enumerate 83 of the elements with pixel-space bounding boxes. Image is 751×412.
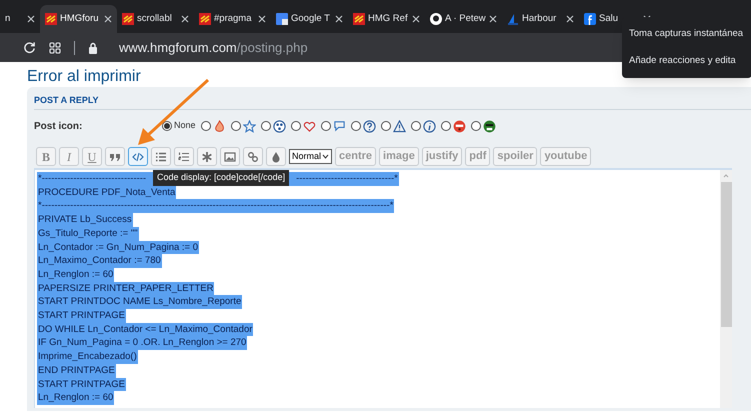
toolbar-button[interactable] — [220, 147, 240, 166]
heart-icon — [302, 120, 316, 132]
warning-icon — [392, 120, 406, 132]
favicon-icon — [45, 13, 57, 25]
dropdown-caret-icon — [322, 154, 330, 159]
browser-tab[interactable]: scrollabl — [117, 5, 194, 33]
question-icon — [362, 120, 376, 132]
radio-button[interactable] — [350, 121, 361, 131]
browser-tab[interactable]: Harbour — [502, 5, 579, 33]
close-icon[interactable] — [335, 15, 343, 23]
code-icon — [132, 150, 144, 162]
browser-tab[interactable]: A · Petew — [425, 5, 502, 33]
star-icon — [242, 120, 256, 132]
browser-tab[interactable]: Google T — [271, 5, 348, 33]
toolbar-button[interactable] — [243, 147, 263, 166]
radio-label: None — [174, 119, 196, 132]
tab-title: A · Petew — [445, 12, 486, 26]
smiley-icon — [482, 120, 496, 132]
list-icon — [155, 150, 167, 162]
post-icon-label: Post icon: — [34, 120, 84, 134]
favicon-icon — [199, 13, 211, 25]
sail-icon — [507, 13, 519, 25]
url-text[interactable]: www.hmgforum.com/posting.php — [119, 38, 308, 58]
numbered-list-icon — [178, 150, 190, 162]
radio-button[interactable] — [260, 121, 271, 131]
close-icon[interactable] — [412, 15, 420, 23]
tab-title: #pragma — [214, 12, 252, 26]
radio-button[interactable] — [290, 121, 301, 131]
link-icon — [247, 150, 259, 162]
smiley-icon — [452, 120, 466, 132]
radio-button[interactable] — [410, 121, 421, 131]
close-icon[interactable] — [489, 15, 497, 23]
radio-button[interactable] — [162, 121, 172, 131]
popup-text: Toma capturas instantánea — [629, 27, 744, 42]
radio-button[interactable] — [200, 121, 211, 131]
tab-title: Google T — [291, 12, 331, 26]
reload-icon[interactable] — [23, 41, 36, 54]
message-textarea[interactable] — [34, 168, 732, 408]
radio-button[interactable] — [320, 121, 331, 131]
tab-title: Harbour — [522, 12, 558, 26]
browser-tab[interactable]: n — [0, 5, 40, 33]
speech-bubble-icon — [332, 120, 346, 132]
scrollbar[interactable] — [720, 170, 732, 408]
browser-tab[interactable]: #pragma — [194, 5, 271, 33]
radio-button[interactable] — [440, 121, 451, 131]
image-icon — [224, 150, 236, 162]
radiation-icon — [272, 120, 286, 132]
flame-icon — [212, 120, 226, 132]
close-icon[interactable] — [566, 15, 574, 23]
popup-text: Añade reacciones y edita — [629, 54, 737, 68]
toolbar-button[interactable] — [151, 147, 171, 166]
browser-tab[interactable]: HMGforu — [40, 5, 117, 33]
lock-icon[interactable] — [88, 42, 98, 54]
asterisk-icon — [201, 150, 213, 162]
info-icon — [422, 120, 436, 132]
toolbar-button[interactable] — [174, 147, 194, 166]
facebook-icon — [584, 13, 596, 25]
tab-title: n — [5, 12, 12, 26]
radio-button[interactable] — [230, 121, 241, 131]
browser-tab[interactable]: HMG Ref — [348, 5, 425, 33]
page-title: Error al imprimir — [27, 67, 142, 87]
apps-grid-icon[interactable] — [49, 42, 61, 54]
size-select[interactable]: Normal — [289, 149, 332, 164]
close-icon[interactable] — [27, 15, 35, 23]
radio-button[interactable] — [470, 121, 481, 131]
close-icon[interactable] — [258, 15, 266, 23]
tab-title: HMGforu — [60, 12, 100, 26]
translate-icon — [276, 13, 288, 25]
toolbar-button[interactable] — [266, 147, 286, 166]
drop-icon — [270, 150, 282, 162]
toolbar-button[interactable] — [128, 147, 148, 166]
tooltip: Code display: [code]code[/code] — [153, 170, 290, 186]
radio-button[interactable] — [380, 121, 391, 131]
tab-title: scrollabl — [137, 12, 173, 26]
favicon-icon — [122, 13, 134, 25]
tab-title: Salu — [599, 12, 620, 26]
close-icon[interactable] — [104, 15, 112, 23]
toolbar-button[interactable] — [105, 147, 125, 166]
favicon-icon — [353, 13, 365, 25]
toolbar-button[interactable] — [197, 147, 217, 166]
tab-title: HMG Ref — [368, 12, 409, 26]
section-heading: POST A REPLY — [34, 94, 751, 110]
close-icon[interactable] — [181, 15, 189, 23]
